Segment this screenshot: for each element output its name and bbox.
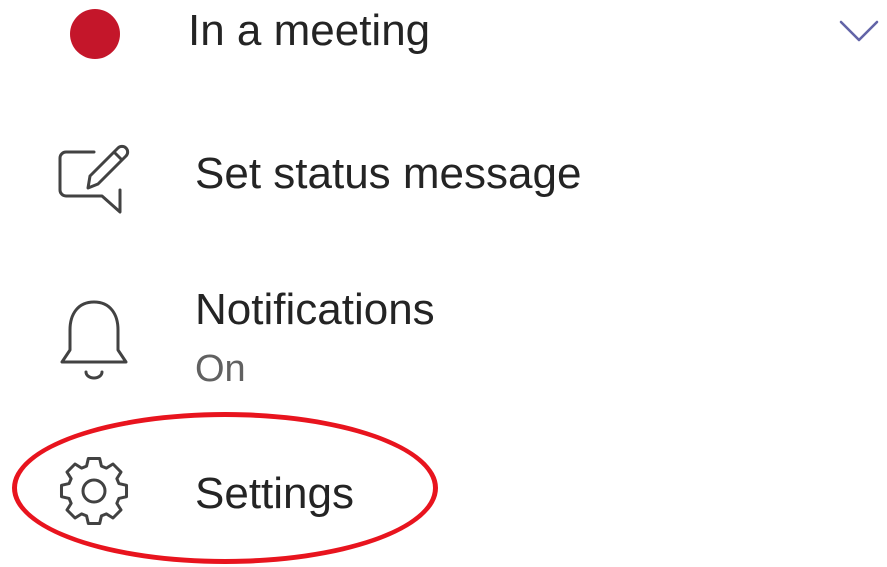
presence-label: In a meeting [188, 6, 431, 55]
gear-icon [59, 456, 129, 526]
chevron-down-icon[interactable] [838, 17, 880, 45]
presence-row[interactable]: In a meeting [0, 0, 887, 80]
edit-message-icon [58, 144, 130, 214]
account-menu: In a meeting Set status message Notifica… [0, 0, 887, 567]
presence-status-dot [70, 9, 120, 59]
bell-icon [60, 300, 128, 380]
settings-label: Settings [195, 469, 354, 518]
set-status-message-item[interactable]: Set status message [0, 130, 887, 220]
notifications-value: On [195, 348, 246, 390]
notifications-label: Notifications [195, 285, 435, 334]
notifications-item[interactable]: Notifications On [0, 278, 887, 398]
set-status-message-label: Set status message [195, 149, 582, 198]
settings-item[interactable]: Settings [0, 446, 887, 546]
